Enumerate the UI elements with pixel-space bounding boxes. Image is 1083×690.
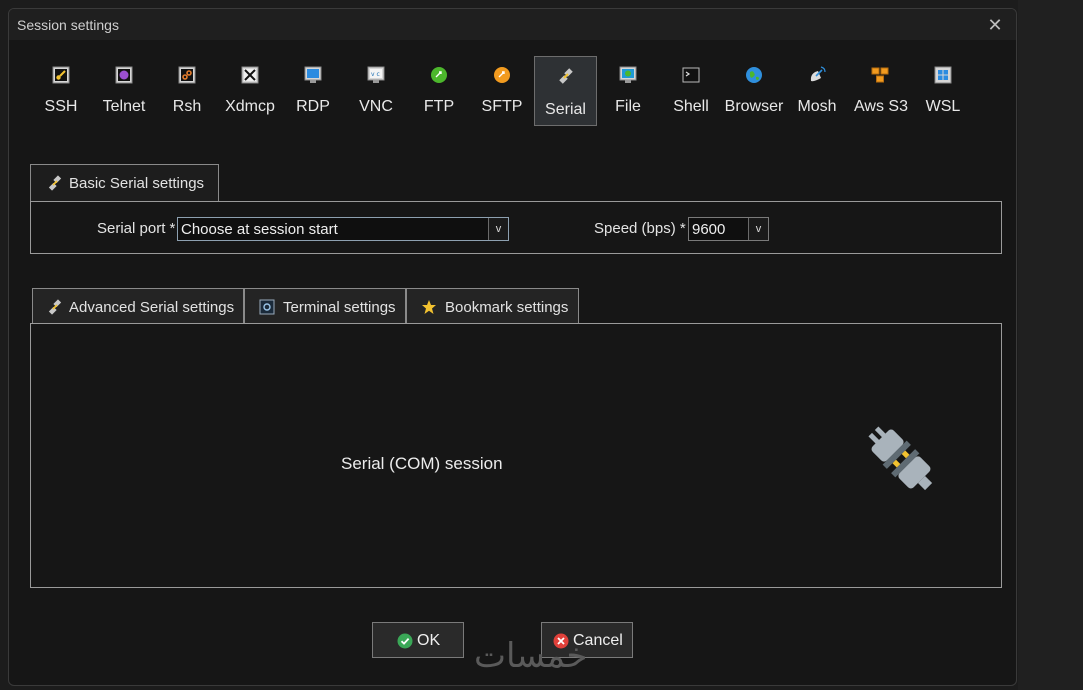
- terminal-settings-icon: [259, 299, 275, 315]
- protocol-toolbar: SSH Telnet Rsh Xdmcp RDP v c VNC FTP SFT…: [9, 56, 1016, 130]
- tab-label: Terminal settings: [283, 299, 396, 316]
- protocol-label: Mosh: [797, 98, 837, 115]
- tab-label: Bookmark settings: [445, 299, 569, 316]
- protocol-serial[interactable]: Serial: [534, 56, 597, 126]
- ok-button[interactable]: OK: [372, 622, 464, 658]
- serial-port-select[interactable]: Choose at session start v: [177, 217, 509, 241]
- protocol-wsl[interactable]: WSL: [912, 56, 974, 126]
- rsh-icon: [178, 66, 196, 84]
- protocol-browser[interactable]: Browser: [723, 56, 785, 126]
- svg-text:v c: v c: [371, 71, 380, 78]
- protocol-label: WSL: [925, 98, 961, 115]
- close-button[interactable]: ✕: [984, 14, 1006, 36]
- desktop-background: [1018, 0, 1083, 690]
- session-settings-dialog: Session settings ✕ SSH Telnet Rsh Xdmcp …: [8, 8, 1017, 686]
- protocol-telnet[interactable]: Telnet: [93, 56, 155, 126]
- protocol-label: SSH: [44, 98, 78, 115]
- protocol-label: Serial: [545, 101, 586, 118]
- dialog-title: Session settings: [17, 17, 119, 33]
- protocol-ftp[interactable]: FTP: [408, 56, 470, 126]
- title-bar: Session settings ✕: [9, 9, 1016, 40]
- browser-globe-icon: [746, 67, 762, 83]
- serial-plug-icon: [48, 299, 62, 315]
- protocol-xdmcp[interactable]: Xdmcp: [219, 56, 281, 126]
- tab-advanced-serial-settings[interactable]: Advanced Serial settings: [32, 288, 244, 324]
- protocol-file[interactable]: File: [597, 56, 659, 126]
- tab-basic-serial-settings[interactable]: Basic Serial settings: [30, 164, 219, 202]
- xdmcp-icon: [241, 66, 259, 84]
- ssh-key-icon: [52, 66, 70, 84]
- speed-label: Speed (bps) *: [594, 220, 686, 237]
- telnet-icon: [115, 66, 133, 84]
- serial-plug-icon: [48, 175, 62, 191]
- mosh-satellite-icon: [810, 66, 826, 82]
- protocol-rdp[interactable]: RDP: [282, 56, 344, 126]
- protocol-label: File: [615, 98, 641, 115]
- protocol-label: Shell: [673, 98, 709, 115]
- serial-port-label: Serial port *: [97, 220, 176, 237]
- chevron-down-icon[interactable]: v: [488, 218, 508, 240]
- check-icon: [397, 633, 413, 649]
- protocol-vnc[interactable]: v c VNC: [345, 56, 407, 126]
- tab-bookmark-settings[interactable]: Bookmark settings: [406, 288, 579, 324]
- protocol-label: SFTP: [481, 98, 523, 115]
- ftp-icon: [431, 67, 447, 83]
- watermark-logo: خمسات: [474, 636, 588, 676]
- protocol-label: RDP: [296, 98, 330, 115]
- chevron-down-icon[interactable]: v: [748, 218, 768, 240]
- aws-s3-icon: [871, 67, 889, 83]
- tab-content-panel: Serial (COM) session: [30, 323, 1002, 588]
- session-description: Serial (COM) session: [341, 454, 503, 473]
- protocol-label: Telnet: [102, 98, 146, 115]
- protocol-label: Xdmcp: [225, 98, 275, 115]
- speed-select[interactable]: 9600 v: [688, 217, 769, 241]
- serial-port-value: Choose at session start: [181, 221, 338, 238]
- wsl-windows-icon: [934, 66, 952, 84]
- basic-settings-panel: Serial port * Choose at session start v …: [30, 201, 1002, 254]
- serial-plug-icon: [559, 68, 573, 84]
- shell-icon: [682, 67, 700, 83]
- speed-value: 9600: [692, 221, 726, 238]
- protocol-label: VNC: [359, 98, 393, 115]
- protocol-label: Rsh: [172, 98, 202, 115]
- protocol-ssh[interactable]: SSH: [30, 56, 92, 126]
- protocol-label: FTP: [423, 98, 455, 115]
- protocol-rsh[interactable]: Rsh: [156, 56, 218, 126]
- protocol-shell[interactable]: Shell: [660, 56, 722, 126]
- protocol-sftp[interactable]: SFTP: [471, 56, 533, 126]
- serial-plug-icon: [868, 426, 933, 491]
- star-icon: [422, 300, 436, 314]
- protocol-label: Browser: [724, 98, 784, 115]
- vnc-icon: v c: [367, 66, 385, 83]
- protocol-mosh[interactable]: Mosh: [786, 56, 848, 126]
- ok-label: OK: [417, 632, 441, 649]
- tab-label: Advanced Serial settings: [69, 299, 235, 316]
- tab-terminal-settings[interactable]: Terminal settings: [244, 288, 406, 324]
- protocol-label: Aws S3: [854, 98, 908, 115]
- file-icon: [619, 66, 637, 83]
- protocol-aws-s3[interactable]: Aws S3: [849, 56, 913, 126]
- sftp-icon: [494, 67, 510, 83]
- tab-label: Basic Serial settings: [69, 175, 205, 192]
- rdp-icon: [304, 66, 322, 83]
